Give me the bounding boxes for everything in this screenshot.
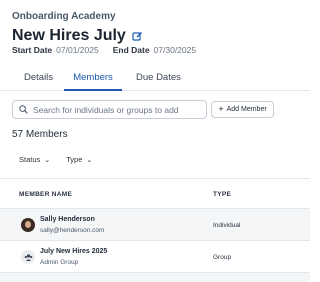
tab-details[interactable]: Details — [24, 72, 53, 91]
type-filter-label: Type — [66, 155, 83, 164]
filter-bar: Status ⌄ Type ⌄ — [19, 155, 92, 164]
member-name: Sally Henderson — [40, 216, 95, 223]
status-filter-label: Status — [19, 155, 41, 164]
edit-icon[interactable] — [132, 31, 143, 42]
member-count: 57 Members — [12, 129, 68, 140]
member-group-role: Admin Group — [40, 259, 79, 266]
table-row[interactable] — [0, 273, 310, 282]
chevron-down-icon: ⌄ — [44, 156, 51, 164]
column-header-member-name[interactable]: MEMBER NAME — [19, 191, 72, 198]
search-icon — [19, 105, 28, 114]
search-placeholder: Search for individuals or groups to add — [33, 104, 179, 115]
member-email: sally@henderson.com — [40, 227, 105, 234]
tab-members[interactable]: Members — [64, 72, 122, 91]
status-filter[interactable]: Status ⌄ — [19, 155, 50, 164]
add-member-label: Add Member — [226, 106, 267, 113]
tab-bar: Details Members Due Dates — [0, 69, 310, 91]
table-row[interactable]: Sally Henderson sally@henderson.com Indi… — [0, 209, 310, 241]
column-header-type[interactable]: TYPE — [213, 191, 231, 198]
tab-due-dates[interactable]: Due Dates — [136, 72, 181, 91]
add-member-button[interactable]: + Add Member — [211, 101, 274, 118]
date-range: Start Date 07/01/2025 End Date 07/30/202… — [12, 45, 206, 55]
member-name: July New Hires 2025 — [40, 248, 108, 255]
chevron-down-icon: ⌄ — [86, 156, 93, 164]
avatar — [21, 218, 35, 232]
end-date-value: 07/30/2025 — [153, 45, 197, 55]
title-row: New Hires July — [12, 27, 143, 45]
type-filter[interactable]: Type ⌄ — [66, 155, 92, 164]
end-date-label: End Date — [112, 45, 150, 55]
table-header: MEMBER NAME TYPE — [0, 178, 310, 209]
table-row[interactable]: July New Hires 2025 Admin Group Group — [0, 241, 310, 273]
search-input[interactable]: Search for individuals or groups to add — [12, 100, 207, 119]
group-icon — [21, 250, 35, 264]
start-date-value: 07/01/2025 — [56, 45, 99, 55]
start-date-label: Start Date — [12, 45, 53, 55]
member-type: Group — [213, 254, 232, 261]
page-title: New Hires July — [12, 27, 126, 44]
breadcrumb[interactable]: Onboarding Academy — [12, 11, 116, 22]
member-type: Individual — [213, 222, 241, 229]
plus-icon: + — [218, 104, 224, 114]
